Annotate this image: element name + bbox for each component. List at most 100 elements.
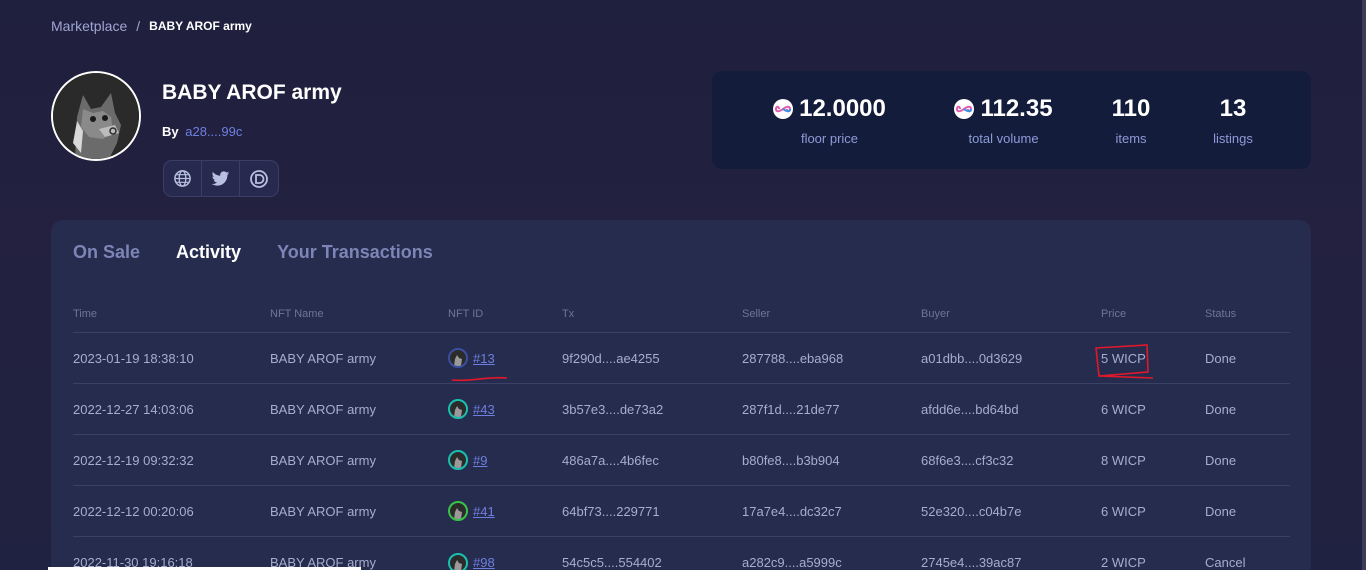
table-row: 2023-01-19 18:38:10 BABY AROF army #13 9… [73, 333, 1290, 384]
header-seller: Seller [742, 308, 771, 320]
header-time: Time [73, 308, 98, 320]
row-status: Done [1205, 401, 1237, 417]
website-button[interactable] [164, 161, 202, 196]
nft-id-link[interactable]: #13 [473, 351, 495, 366]
breadcrumb-current: BABY AROF army [149, 19, 252, 33]
row-time: 2023-01-19 18:38:10 [73, 350, 194, 366]
row-nft-id: #43 [448, 399, 562, 419]
row-nft-name: BABY AROF army [270, 452, 376, 468]
header-buyer: Buyer [921, 308, 950, 320]
row-tx[interactable]: 3b57e3....de73a2 [562, 402, 742, 417]
table-row: 2022-12-19 09:32:32 BABY AROF army #9 48… [73, 435, 1290, 486]
tab-on-sale[interactable]: On Sale [73, 242, 140, 263]
row-price: 8 WICP [1101, 452, 1146, 468]
total-volume-label: total volume [968, 130, 1039, 146]
row-time: 2022-12-19 09:32:32 [73, 452, 194, 468]
floor-price-stat: 12.0000 floor price [752, 95, 907, 146]
row-status: Done [1205, 350, 1237, 366]
twitter-button[interactable] [202, 161, 240, 196]
activity-table: Time NFT Name NFT ID Tx Seller Buyer Pri… [73, 296, 1290, 570]
row-tx[interactable]: 486a7a....4b6fec [562, 453, 742, 468]
row-buyer[interactable]: 68f6e3....cf3c32 [921, 453, 1101, 468]
by-label: By [162, 124, 179, 139]
row-nft-id: #98 [448, 552, 562, 570]
nft-thumbnail [448, 552, 468, 570]
row-seller[interactable]: 287f1d....21de77 [742, 402, 921, 417]
table-row: 2022-12-27 14:03:06 BABY AROF army #43 3… [73, 384, 1290, 435]
row-seller[interactable]: a282c9....a5999c [742, 555, 921, 570]
breadcrumb-marketplace-link[interactable]: Marketplace [51, 18, 127, 34]
row-status: Cancel [1205, 555, 1246, 570]
row-price: 2 WICP [1101, 555, 1146, 570]
header-nft-name: NFT Name [270, 308, 324, 320]
row-tx[interactable]: 54c5c5....554402 [562, 555, 742, 570]
discord-button[interactable] [240, 161, 278, 196]
row-tx[interactable]: 9f290d....ae4255 [562, 351, 742, 366]
header-nft-id: NFT ID [448, 308, 484, 320]
items-value: 110 [1111, 94, 1151, 122]
row-seller[interactable]: 17a7e4....dc32c7 [742, 504, 921, 519]
row-buyer[interactable]: afdd6e....bd64bd [921, 402, 1101, 417]
row-tx[interactable]: 64bf73....229771 [562, 504, 742, 519]
header-status: Status [1205, 308, 1237, 320]
row-time: 2022-12-27 14:03:06 [73, 401, 194, 417]
nft-id-link[interactable]: #9 [473, 453, 487, 468]
creator-byline: By a28....99c [162, 124, 242, 139]
row-buyer[interactable]: a01dbb....0d3629 [921, 351, 1101, 366]
total-volume-stat: 112.35 total volume [907, 95, 1100, 146]
items-stat: 110 items [1100, 95, 1162, 146]
row-nft-id: #13 [448, 348, 562, 368]
row-nft-name: BABY AROF army [270, 401, 376, 417]
row-status: Done [1205, 452, 1237, 468]
nft-id-link[interactable]: #43 [473, 402, 495, 417]
listings-stat: 13 listings [1162, 95, 1304, 146]
activity-panel: On Sale Activity Your Transactions Time … [51, 220, 1311, 570]
row-nft-id: #41 [448, 501, 562, 521]
table-row: 2022-12-12 00:20:06 BABY AROF army #41 6… [73, 486, 1290, 537]
header-price: Price [1101, 308, 1127, 320]
row-buyer[interactable]: 52e320....c04b7e [921, 504, 1101, 519]
table-header: Time NFT Name NFT ID Tx Seller Buyer Pri… [73, 296, 1290, 333]
collection-title: BABY AROF army [162, 81, 342, 104]
tab-activity[interactable]: Activity [176, 242, 241, 263]
row-price: 6 WICP [1101, 503, 1146, 519]
collection-avatar [51, 71, 141, 161]
breadcrumb: Marketplace / BABY AROF army [51, 18, 252, 34]
nft-thumbnail [448, 450, 468, 470]
discord-icon [250, 169, 268, 188]
breadcrumb-separator: / [136, 18, 141, 34]
social-links [163, 160, 279, 197]
wicp-coin-icon [773, 98, 794, 119]
nft-thumbnail [448, 348, 468, 368]
row-seller[interactable]: b80fe8....b3b904 [742, 453, 921, 468]
tab-your-transactions[interactable]: Your Transactions [277, 242, 433, 263]
row-nft-name: BABY AROF army [270, 503, 376, 519]
row-price: 6 WICP [1101, 401, 1146, 417]
row-price: 5 WICP [1101, 350, 1146, 366]
listings-value: 13 [1219, 94, 1247, 122]
listings-label: listings [1213, 130, 1253, 146]
row-buyer[interactable]: 2745e4....39ac87 [921, 555, 1101, 570]
total-volume-value: 112.35 [980, 94, 1053, 122]
twitter-icon [211, 170, 230, 186]
items-label: items [1115, 130, 1147, 146]
collection-stats: 12.0000 floor price 112.35 total volume … [712, 71, 1311, 169]
nft-id-link[interactable]: #98 [473, 555, 495, 570]
row-time: 2022-12-12 00:20:06 [73, 503, 194, 519]
globe-icon [174, 170, 191, 187]
creator-link[interactable]: a28....99c [185, 124, 242, 139]
row-nft-name: BABY AROF army [270, 350, 376, 366]
wolf-avatar-image [53, 73, 139, 159]
nft-thumbnail [448, 501, 468, 521]
header-tx: Tx [562, 308, 575, 320]
floor-price-label: floor price [800, 130, 859, 146]
row-nft-id: #9 [448, 450, 562, 470]
row-seller[interactable]: 287788....eba968 [742, 351, 921, 366]
wicp-coin-icon [954, 98, 975, 119]
floor-price-value: 12.0000 [799, 94, 886, 122]
scrollbar[interactable] [1362, 0, 1366, 570]
row-status: Done [1205, 503, 1237, 519]
nft-id-link[interactable]: #41 [473, 504, 495, 519]
tab-bar: On Sale Activity Your Transactions [73, 242, 433, 263]
nft-thumbnail [448, 399, 468, 419]
